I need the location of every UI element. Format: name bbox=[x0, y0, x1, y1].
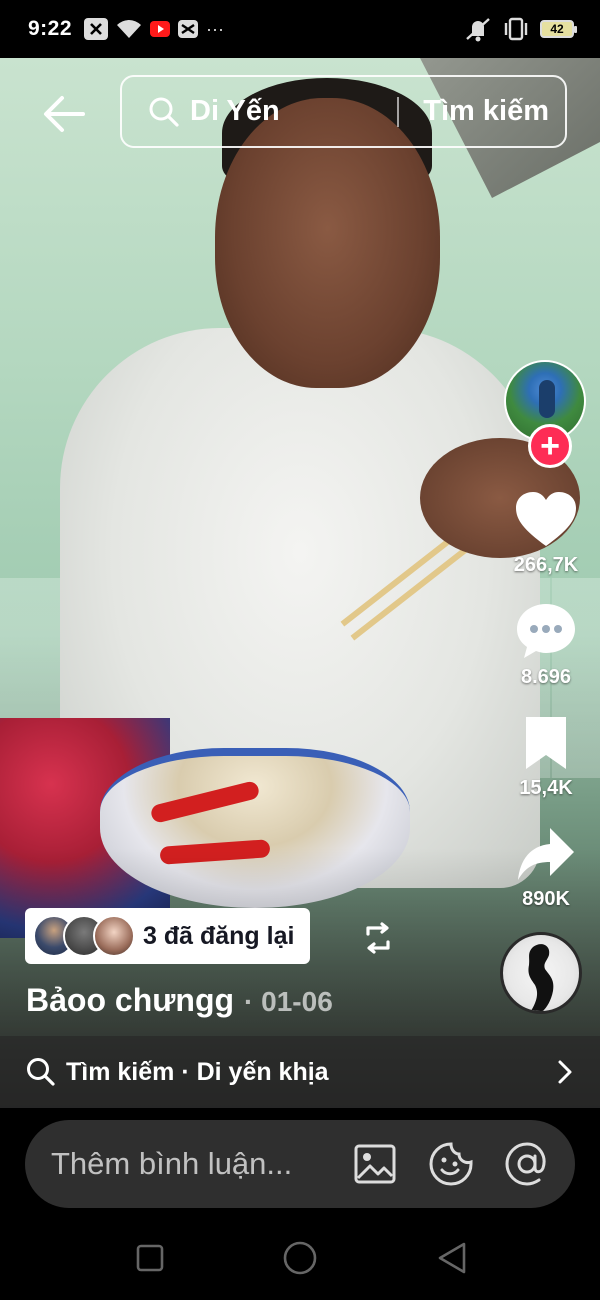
vibrate-icon bbox=[502, 17, 530, 41]
bookmark-icon bbox=[526, 717, 566, 769]
emoji-button[interactable] bbox=[429, 1142, 473, 1186]
search-query[interactable]: Di Yến bbox=[190, 95, 397, 128]
recents-button[interactable] bbox=[130, 1238, 170, 1278]
avatar bbox=[93, 915, 135, 957]
triangle-back-icon bbox=[438, 1242, 466, 1274]
repost-text: 3 đã đăng lại bbox=[143, 921, 295, 950]
mute-vibrate-icon bbox=[464, 16, 492, 42]
more-dots-icon: ··· bbox=[206, 18, 225, 39]
repost-avatars bbox=[33, 915, 135, 957]
bookmark-count: 15,4K bbox=[519, 777, 573, 799]
back-arrow-icon bbox=[44, 96, 85, 132]
heart-icon bbox=[516, 492, 576, 546]
home-button[interactable] bbox=[280, 1238, 320, 1278]
system-nav-bar bbox=[0, 1210, 600, 1300]
bookmark-button[interactable]: 15,4K bbox=[500, 715, 592, 800]
repost-icon bbox=[366, 922, 390, 954]
like-count: 266,7K bbox=[513, 554, 579, 576]
search-icon bbox=[27, 1058, 55, 1086]
author-name[interactable]: Bảoo chưngg bbox=[26, 982, 234, 1019]
post-date: · 01-06 bbox=[244, 986, 333, 1017]
youtube-icon bbox=[150, 21, 171, 37]
share-count: 890K bbox=[522, 888, 570, 910]
search-submit-button[interactable]: Tìm kiếm bbox=[423, 95, 549, 128]
repost-button[interactable] bbox=[356, 918, 400, 958]
comment-input[interactable]: Thêm bình luận... bbox=[25, 1120, 575, 1208]
search-box[interactable]: Di Yến Tìm kiếm bbox=[120, 75, 567, 148]
status-time: 9:22 bbox=[28, 17, 73, 40]
chevron-right-icon bbox=[558, 1060, 572, 1084]
status-left-icons: ··· bbox=[84, 18, 224, 40]
wifi-icon bbox=[116, 18, 142, 40]
creator-avatar-wrap[interactable]: + bbox=[504, 360, 588, 468]
image-icon bbox=[354, 1144, 396, 1184]
battery-indicator: 42 bbox=[540, 20, 577, 38]
related-search-bar[interactable]: Tìm kiếm · Di yến khịa bbox=[0, 1036, 600, 1108]
repost-chip[interactable]: 3 đã đăng lại bbox=[25, 908, 311, 964]
square-icon bbox=[136, 1244, 164, 1272]
status-right-icons: 42 bbox=[464, 0, 577, 58]
comment-icon bbox=[517, 604, 575, 658]
mention-button[interactable] bbox=[505, 1142, 549, 1186]
at-icon bbox=[505, 1142, 546, 1186]
comment-count: 8.696 bbox=[520, 666, 572, 688]
silhouette-icon bbox=[528, 944, 554, 1011]
x-close-icon bbox=[84, 18, 109, 40]
caption: Bảoo chưngg · 01-06 bbox=[26, 982, 333, 1019]
capcut-icon bbox=[178, 20, 199, 38]
share-button[interactable]: 890K bbox=[500, 826, 592, 911]
related-search-text: Tìm kiếm · Di yến khịa bbox=[66, 1057, 329, 1086]
emoji-icon bbox=[429, 1142, 473, 1186]
like-button[interactable]: 266,7K bbox=[500, 490, 592, 577]
image-button[interactable] bbox=[353, 1142, 397, 1186]
status-bar: 9:22 ··· 42 bbox=[0, 0, 600, 58]
back-button[interactable] bbox=[36, 86, 92, 142]
share-arrow-icon bbox=[518, 828, 574, 880]
music-disc[interactable] bbox=[500, 932, 582, 1014]
comment-placeholder[interactable]: Thêm bình luận... bbox=[51, 1146, 321, 1182]
circle-icon bbox=[283, 1241, 317, 1275]
search-divider bbox=[397, 96, 400, 127]
search-icon bbox=[149, 97, 179, 127]
follow-button[interactable]: + bbox=[528, 424, 572, 468]
system-back-button[interactable] bbox=[432, 1238, 472, 1278]
comment-button[interactable]: 8.696 bbox=[500, 602, 592, 689]
